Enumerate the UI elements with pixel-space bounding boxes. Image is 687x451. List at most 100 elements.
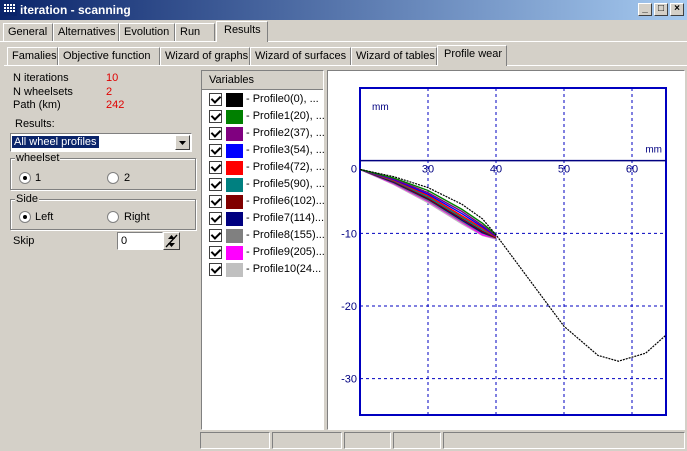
close-button[interactable]: × [670, 3, 684, 16]
color-swatch [226, 195, 243, 209]
spin-arrows-icon [165, 234, 178, 248]
iterations-label: N iterations [13, 72, 69, 84]
color-swatch [226, 178, 243, 192]
x-axis-label: mm [645, 145, 662, 156]
variable-item[interactable]: - Profile8(155)... [202, 228, 325, 245]
color-swatch [226, 110, 243, 124]
skip-input[interactable]: 0 [117, 232, 163, 250]
results-selected-value: All wheel profiles [12, 136, 99, 148]
skip-spin-button[interactable] [163, 232, 180, 250]
color-swatch [226, 144, 243, 158]
chevron-down-icon [179, 141, 186, 145]
tab-wizard-of-graphs[interactable]: Wizard of graphs [160, 47, 250, 65]
side-radio-left[interactable] [19, 211, 31, 223]
variables-panel: Variables - Profile0(0), ... - Profile1(2… [201, 70, 325, 430]
wheelsets-label: N wheelsets [13, 86, 73, 98]
tab-alternatives[interactable]: Alternatives [53, 23, 119, 41]
wheelset-radio-2[interactable] [107, 172, 119, 184]
color-swatch [226, 161, 243, 175]
window-title: iteration - scanning [20, 3, 131, 17]
tab-general[interactable]: General [3, 23, 53, 41]
variable-checkbox[interactable] [209, 93, 222, 106]
y-tick-label: -10 [341, 228, 357, 240]
variable-label: - Profile5(90), ... [246, 178, 325, 190]
side-group: Side Left Right [10, 193, 196, 230]
tab-objective-function[interactable]: Objective function [58, 47, 160, 65]
variable-item[interactable]: - Profile2(37), ... [202, 126, 325, 143]
skip-value: 0 [121, 235, 128, 247]
status-cell-2 [272, 432, 342, 449]
variable-checkbox[interactable] [209, 178, 222, 191]
title-bar: iteration - scanning _ □ × [0, 0, 687, 20]
variable-label: - Profile4(72), ... [246, 161, 325, 173]
path-label: Path (km) [13, 99, 61, 111]
variable-item[interactable]: - Profile6(102)... [202, 194, 325, 211]
chart-panel: 30 40 50 60 0 -10 -20 -30 mm mm [327, 70, 685, 430]
variable-item[interactable]: - Profile7(114)... [202, 211, 325, 228]
minimize-button[interactable]: _ [638, 3, 652, 16]
tab-wizard-of-surfaces[interactable]: Wizard of surfaces [250, 47, 351, 65]
wheelset-radio-1[interactable] [19, 172, 31, 184]
tab-wizard-of-tables[interactable]: Wizard of tables [351, 47, 437, 65]
variable-label: - Profile2(37), ... [246, 127, 325, 139]
variable-item[interactable]: - Profile4(72), ... [202, 160, 325, 177]
variables-header-label: Variables [209, 74, 255, 86]
x-tick-label: 40 [490, 164, 502, 176]
iterations-value: 10 [106, 72, 119, 84]
variable-checkbox[interactable] [209, 229, 222, 242]
variable-item[interactable]: - Profile9(205)... [202, 245, 325, 262]
color-swatch [226, 246, 243, 260]
side-group-label: Side [15, 193, 40, 205]
variable-item[interactable]: - Profile3(54), ... [202, 143, 325, 160]
y-tick-label: 0 [351, 164, 357, 176]
variable-checkbox[interactable] [209, 127, 222, 140]
variable-item[interactable]: - Profile5(90), ... [202, 177, 325, 194]
variable-label: - Profile0(0), ... [246, 93, 319, 105]
close-icon: × [674, 3, 680, 14]
variable-checkbox[interactable] [209, 195, 222, 208]
status-cell-5 [443, 432, 685, 449]
tab-profile-wear[interactable]: Profile wear [437, 45, 507, 66]
variable-checkbox[interactable] [209, 263, 222, 276]
wheelset-group: wheelset 1 2 [10, 152, 196, 190]
variable-checkbox[interactable] [209, 110, 222, 123]
tab-results[interactable]: Results [216, 21, 268, 42]
tab-run[interactable]: Run [175, 23, 215, 41]
variable-label: - Profile1(20), ... [246, 110, 325, 122]
variable-item[interactable]: - Profile0(0), ... [202, 92, 323, 109]
profile-wear-chart: 30 40 50 60 0 -10 -20 -30 mm mm [341, 87, 667, 416]
wheelset-option-1-label: 1 [35, 172, 42, 184]
variable-checkbox[interactable] [209, 144, 222, 157]
results-dropdown-button[interactable] [175, 135, 190, 150]
variable-label: - Profile6(102)... [246, 195, 325, 207]
variable-checkbox[interactable] [209, 246, 222, 259]
side-option-right-label: Right [124, 211, 150, 223]
color-swatch [226, 93, 243, 107]
x-tick-label: 30 [422, 164, 434, 176]
y-tick-label: -30 [341, 374, 357, 386]
skip-label: Skip [13, 235, 35, 247]
sub-tab-panel-edge [4, 65, 687, 66]
variable-checkbox[interactable] [209, 212, 222, 225]
tab-famalies[interactable]: Famalies [7, 47, 58, 65]
color-swatch [226, 263, 243, 277]
minimize-icon: _ [642, 3, 648, 14]
variable-item[interactable]: - Profile1(20), ... [202, 109, 325, 126]
app-icon [3, 3, 17, 16]
variable-checkbox[interactable] [209, 161, 222, 174]
variable-label: - Profile7(114)... [246, 212, 325, 224]
side-radio-right[interactable] [107, 211, 119, 223]
variable-label: - Profile9(205)... [246, 246, 325, 258]
wheelset-group-label: wheelset [15, 152, 61, 164]
status-cell-3 [344, 432, 391, 449]
tab-evolution[interactable]: Evolution [119, 23, 175, 41]
status-cell-1 [200, 432, 270, 449]
color-swatch [226, 212, 243, 226]
wheelsets-value: 2 [106, 86, 113, 98]
results-label: Results: [15, 118, 55, 130]
results-select[interactable]: All wheel profiles [10, 133, 192, 152]
maximize-button[interactable]: □ [654, 3, 668, 16]
x-tick-label: 50 [558, 164, 570, 176]
variable-item[interactable]: - Profile10(24... [202, 262, 323, 279]
variable-label: - Profile3(54), ... [246, 144, 325, 156]
